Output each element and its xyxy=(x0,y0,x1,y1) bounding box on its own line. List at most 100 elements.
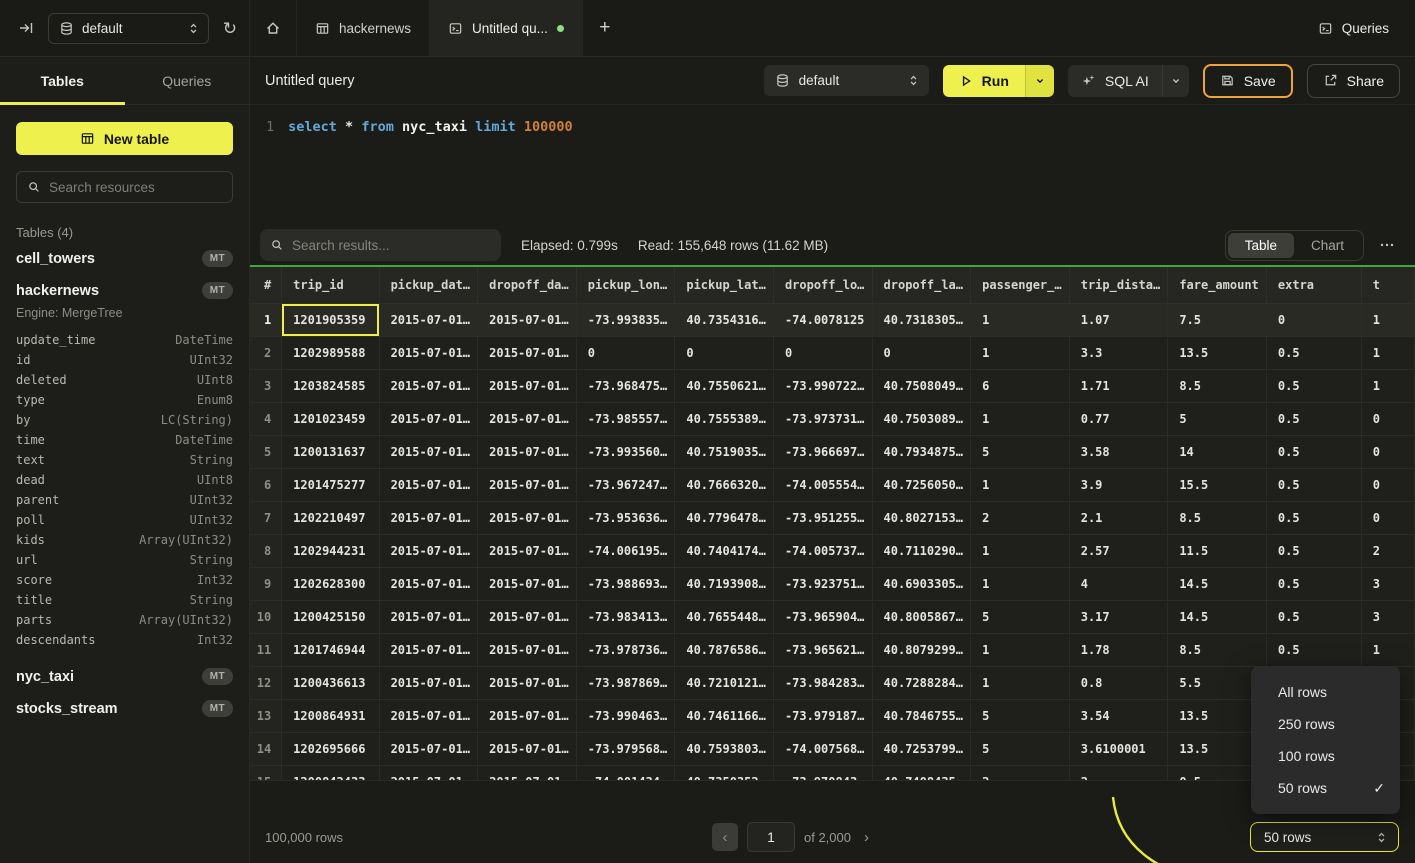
topbar-database-selector[interactable]: default xyxy=(48,13,209,44)
menu-item-250-rows[interactable]: 250 rows xyxy=(1251,708,1400,740)
cell[interactable]: -73.951255… xyxy=(773,501,872,534)
cell[interactable]: 40.7253799… xyxy=(872,732,971,765)
cell[interactable]: 40.7110290… xyxy=(872,534,971,567)
cell[interactable]: -73.993835… xyxy=(576,303,675,336)
cell[interactable]: 2015-07-01… xyxy=(478,303,577,336)
cell[interactable]: -74.0078125 xyxy=(773,303,872,336)
cell[interactable]: 1201905359 xyxy=(282,303,379,336)
refresh-icon[interactable]: ↻ xyxy=(223,20,237,37)
cell[interactable]: 3.6100001 xyxy=(1069,732,1168,765)
new-table-button[interactable]: New table xyxy=(16,122,233,155)
cell[interactable]: 2015-07-01… xyxy=(478,402,577,435)
cell[interactable]: 40.7550621… xyxy=(675,369,774,402)
cell[interactable]: 2015-07-01… xyxy=(478,699,577,732)
cell[interactable]: 40.7796478… xyxy=(675,501,774,534)
results-search-input[interactable] xyxy=(292,238,491,253)
cell[interactable]: -73.966697… xyxy=(773,435,872,468)
queries-button[interactable]: Queries xyxy=(1318,0,1415,56)
cell[interactable]: 0.5 xyxy=(1266,534,1361,567)
cell[interactable]: 0 xyxy=(675,336,774,369)
page-number-input[interactable] xyxy=(747,822,795,852)
cell[interactable]: 4 xyxy=(1069,567,1168,600)
cell[interactable]: 40.8005867… xyxy=(872,600,971,633)
cell[interactable]: 2015-07-01… xyxy=(379,732,478,765)
cell[interactable]: 0 xyxy=(576,336,675,369)
cell[interactable]: 1 xyxy=(971,534,1070,567)
cell[interactable]: 2015-07-01… xyxy=(379,501,478,534)
cell[interactable]: 40.6903305… xyxy=(872,567,971,600)
cell[interactable]: -73.985557… xyxy=(576,402,675,435)
cell[interactable]: 8.5 xyxy=(1168,501,1267,534)
cell[interactable]: 1200842433 xyxy=(282,765,379,780)
cell[interactable]: 1 xyxy=(1361,303,1414,336)
cell[interactable]: 40.7354316… xyxy=(675,303,774,336)
cell[interactable]: -74.006195… xyxy=(576,534,675,567)
column-header-extra[interactable]: extra xyxy=(1266,267,1361,303)
cell[interactable]: -73.984283… xyxy=(773,666,872,699)
column-header-dropoff-lo[interactable]: dropoff_lo… xyxy=(773,267,872,303)
prev-page-button[interactable]: ‹ xyxy=(712,823,738,851)
cell[interactable]: 2015-07-01… xyxy=(478,534,577,567)
sidebar-table-nyc_taxi[interactable]: nyc_taxiMT xyxy=(0,660,249,692)
cell[interactable]: -73.990722… xyxy=(773,369,872,402)
menu-item-all-rows[interactable]: All rows xyxy=(1251,676,1400,708)
cell[interactable]: -73.967247… xyxy=(576,468,675,501)
cell[interactable]: 0 xyxy=(1361,435,1414,468)
cell[interactable]: 2015-07-01… xyxy=(379,369,478,402)
cell[interactable]: 2 xyxy=(971,765,1070,780)
cell[interactable]: 5 xyxy=(971,435,1070,468)
cell[interactable]: -73.965621… xyxy=(773,633,872,666)
cell[interactable]: 0 xyxy=(1361,468,1414,501)
cell[interactable]: 5 xyxy=(1168,402,1267,435)
cell[interactable]: 2 xyxy=(1361,534,1414,567)
cell[interactable]: 0 xyxy=(1266,303,1361,336)
cell[interactable]: 0.5 xyxy=(1266,402,1361,435)
cell[interactable]: -73.993560… xyxy=(576,435,675,468)
cell[interactable]: 2015-07-01… xyxy=(379,600,478,633)
cell[interactable]: 40.7503089… xyxy=(872,402,971,435)
cell[interactable]: 2015-07-01… xyxy=(379,765,478,780)
cell[interactable]: 1.71 xyxy=(1069,369,1168,402)
cell[interactable]: 1 xyxy=(971,666,1070,699)
cell[interactable]: 3 xyxy=(1361,600,1414,633)
cell[interactable]: 2.57 xyxy=(1069,534,1168,567)
column-header-pickup-dat[interactable]: pickup_dat… xyxy=(379,267,478,303)
cell[interactable]: 3.3 xyxy=(1069,336,1168,369)
cell[interactable]: 3.54 xyxy=(1069,699,1168,732)
cell[interactable]: 40.7519035… xyxy=(675,435,774,468)
tab-home[interactable] xyxy=(250,0,297,56)
collapse-sidebar-icon[interactable] xyxy=(18,20,34,36)
cell[interactable]: 40.8027153… xyxy=(872,501,971,534)
cell[interactable]: -73.965904… xyxy=(773,600,872,633)
run-options-button[interactable] xyxy=(1025,65,1054,97)
cell[interactable]: 40.8079299… xyxy=(872,633,971,666)
cell[interactable]: 2015-07-01… xyxy=(478,435,577,468)
cell[interactable]: 1202628300 xyxy=(282,567,379,600)
cell[interactable]: -73.970843 xyxy=(773,765,872,780)
cell[interactable]: 2015-07-01… xyxy=(478,468,577,501)
cell[interactable]: 1200436613 xyxy=(282,666,379,699)
cell[interactable]: 40.7318305… xyxy=(872,303,971,336)
run-button[interactable]: Run xyxy=(943,65,1025,97)
cell[interactable]: 0.8 xyxy=(1069,666,1168,699)
cell[interactable]: 2015-07-01… xyxy=(379,666,478,699)
cell[interactable]: 1202210497 xyxy=(282,501,379,534)
cell[interactable]: 0.5 xyxy=(1266,336,1361,369)
cell[interactable]: 2015-07-01… xyxy=(379,699,478,732)
cell[interactable]: 1202944231 xyxy=(282,534,379,567)
cell[interactable]: 0.5 xyxy=(1266,633,1361,666)
view-tab-table[interactable]: Table xyxy=(1228,233,1294,258)
cell[interactable]: 13.5 xyxy=(1168,336,1267,369)
next-page-button[interactable]: › xyxy=(860,829,873,846)
column-header-dropoff-la[interactable]: dropoff_la… xyxy=(872,267,971,303)
cell[interactable]: 40.7350352 xyxy=(675,765,774,780)
cell[interactable]: 0 xyxy=(773,336,872,369)
cell[interactable]: 1 xyxy=(971,303,1070,336)
cell[interactable]: 5 xyxy=(971,699,1070,732)
cell[interactable]: -73.990463… xyxy=(576,699,675,732)
cell[interactable]: 40.7193908… xyxy=(675,567,774,600)
cell[interactable]: 2015-07-01… xyxy=(379,534,478,567)
view-tab-chart[interactable]: Chart xyxy=(1294,233,1361,258)
sql-ai-button[interactable]: SQL AI xyxy=(1068,65,1162,97)
cell[interactable]: 1 xyxy=(971,567,1070,600)
